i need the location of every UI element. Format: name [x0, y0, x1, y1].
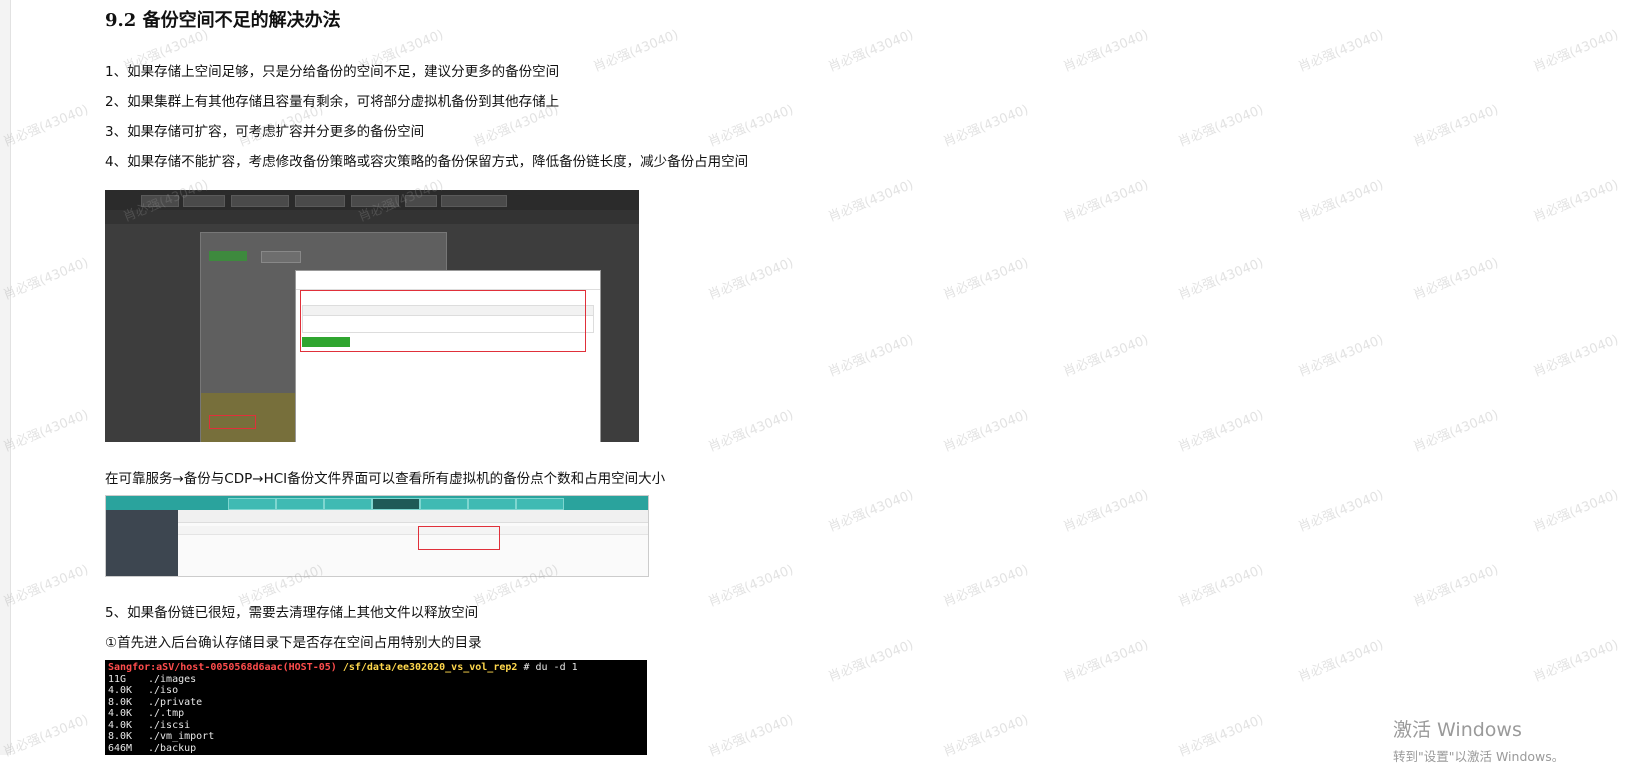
- watermark: 肖必强(43040): [1411, 407, 1501, 456]
- watermark: 肖必强(43040): [1411, 255, 1501, 304]
- activation-title: 激活 Windows: [1393, 719, 1522, 741]
- watermark: 肖必强(43040): [1, 255, 91, 304]
- watermark: 肖必强(43040): [941, 562, 1031, 611]
- watermark: 肖必强(43040): [706, 407, 796, 456]
- terminal-row: 8.0K ./private: [108, 696, 203, 708]
- watermark: 肖必强(43040): [1061, 487, 1151, 536]
- paragraph-1: 1、如果存储上空间足够，只是分给备份的空间不足，建议分更多的备份空间: [105, 64, 560, 80]
- watermark: 肖必强(43040): [941, 255, 1031, 304]
- watermark: 肖必强(43040): [1531, 27, 1621, 76]
- highlight-box: [300, 290, 586, 352]
- watermark: 肖必强(43040): [826, 177, 916, 226]
- watermark: 肖必强(43040): [706, 712, 796, 761]
- highlight-box: [209, 415, 256, 429]
- watermark: 肖必强(43040): [1176, 255, 1266, 304]
- watermark: 肖必强(43040): [706, 562, 796, 611]
- terminal-row: 8.0K ./vm_import: [108, 731, 215, 742]
- section-heading: 9.2 备份空间不足的解决办法: [105, 10, 341, 31]
- watermark: 肖必强(43040): [706, 255, 796, 304]
- terminal-row: 4.0K ./iso: [108, 685, 179, 696]
- watermark: 肖必强(43040): [826, 27, 916, 76]
- watermark: 肖必强(43040): [1176, 407, 1266, 456]
- terminal-row: 646M ./backup: [108, 742, 197, 754]
- watermark: 肖必强(43040): [1411, 102, 1501, 151]
- screenshot-toolbar: [178, 510, 648, 523]
- screenshot-nav-bar: [106, 496, 648, 510]
- watermark: 肖必强(43040): [1531, 332, 1621, 381]
- watermark: 肖必强(43040): [1061, 27, 1151, 76]
- paragraph-6: 5、如果备份链已很短，需要去清理存储上其他文件以释放空间: [105, 605, 479, 621]
- screenshot-sidebar: [106, 510, 178, 576]
- paragraph-2: 2、如果集群上有其他存储且容量有剩余，可将部分虚拟机备份到其他存储上: [105, 94, 560, 110]
- terminal-prompt: Sangfor:aSV/host-0050568d6aac(HOST-05) /…: [108, 662, 578, 673]
- watermark: 肖必强(43040): [1531, 487, 1621, 536]
- watermark: 肖必强(43040): [1296, 487, 1386, 536]
- terminal-row: 4.0K ./iscsi: [108, 719, 191, 731]
- watermark: 肖必强(43040): [826, 637, 916, 686]
- watermark: 肖必强(43040): [941, 712, 1031, 761]
- hci-backup-files-screenshot: [105, 495, 649, 577]
- watermark: 肖必强(43040): [1, 562, 91, 611]
- watermark: 肖必强(43040): [1296, 177, 1386, 226]
- terminal-screenshot: Sangfor:aSV/host-0050568d6aac(HOST-05) /…: [105, 660, 647, 755]
- watermark: 肖必强(43040): [1531, 177, 1621, 226]
- page-left-margin: [0, 0, 11, 755]
- watermark: 肖必强(43040): [1296, 332, 1386, 381]
- watermark: 肖必强(43040): [1, 102, 91, 151]
- windows-activation-notice: 激活 Windows 转到"设置"以激活 Windows。: [1393, 715, 1564, 765]
- watermark: 肖必强(43040): [1531, 637, 1621, 686]
- backup-policy-screenshot: [105, 190, 639, 442]
- paragraph-5: 在可靠服务→备份与CDP→HCI备份文件界面可以查看所有虚拟机的备份点个数和占用…: [105, 471, 666, 487]
- watermark: 肖必强(43040): [1176, 712, 1266, 761]
- watermark: 肖必强(43040): [1, 712, 91, 761]
- watermark: 肖必强(43040): [1296, 637, 1386, 686]
- terminal-row: 11G ./images: [108, 673, 197, 685]
- paragraph-4: 4、如果存储不能扩容，考虑修改备份策略或容灾策略的备份保留方式，降低备份链长度，…: [105, 154, 749, 170]
- watermark: 肖必强(43040): [826, 487, 916, 536]
- watermark: 肖必强(43040): [1, 407, 91, 456]
- watermark: 肖必强(43040): [1176, 102, 1266, 151]
- watermark: 肖必强(43040): [941, 102, 1031, 151]
- watermark: 肖必强(43040): [1296, 27, 1386, 76]
- watermark: 肖必强(43040): [941, 407, 1031, 456]
- watermark: 肖必强(43040): [826, 332, 916, 381]
- screenshot-grid-header: [178, 526, 648, 535]
- watermark: 肖必强(43040): [706, 102, 796, 151]
- activation-subtitle: 转到"设置"以激活 Windows。: [1393, 749, 1565, 764]
- watermark: 肖必强(43040): [1061, 177, 1151, 226]
- watermark: 肖必强(43040): [1061, 332, 1151, 381]
- terminal-row: 4.0K ./.tmp: [108, 708, 185, 719]
- watermark: 肖必强(43040): [1176, 562, 1266, 611]
- watermark: 肖必强(43040): [1411, 562, 1501, 611]
- paragraph-7: ①首先进入后台确认存储目录下是否存在空间占用特别大的目录: [105, 635, 482, 651]
- watermark: 肖必强(43040): [1061, 637, 1151, 686]
- watermark: 肖必强(43040): [591, 27, 681, 76]
- highlight-box: [418, 526, 500, 550]
